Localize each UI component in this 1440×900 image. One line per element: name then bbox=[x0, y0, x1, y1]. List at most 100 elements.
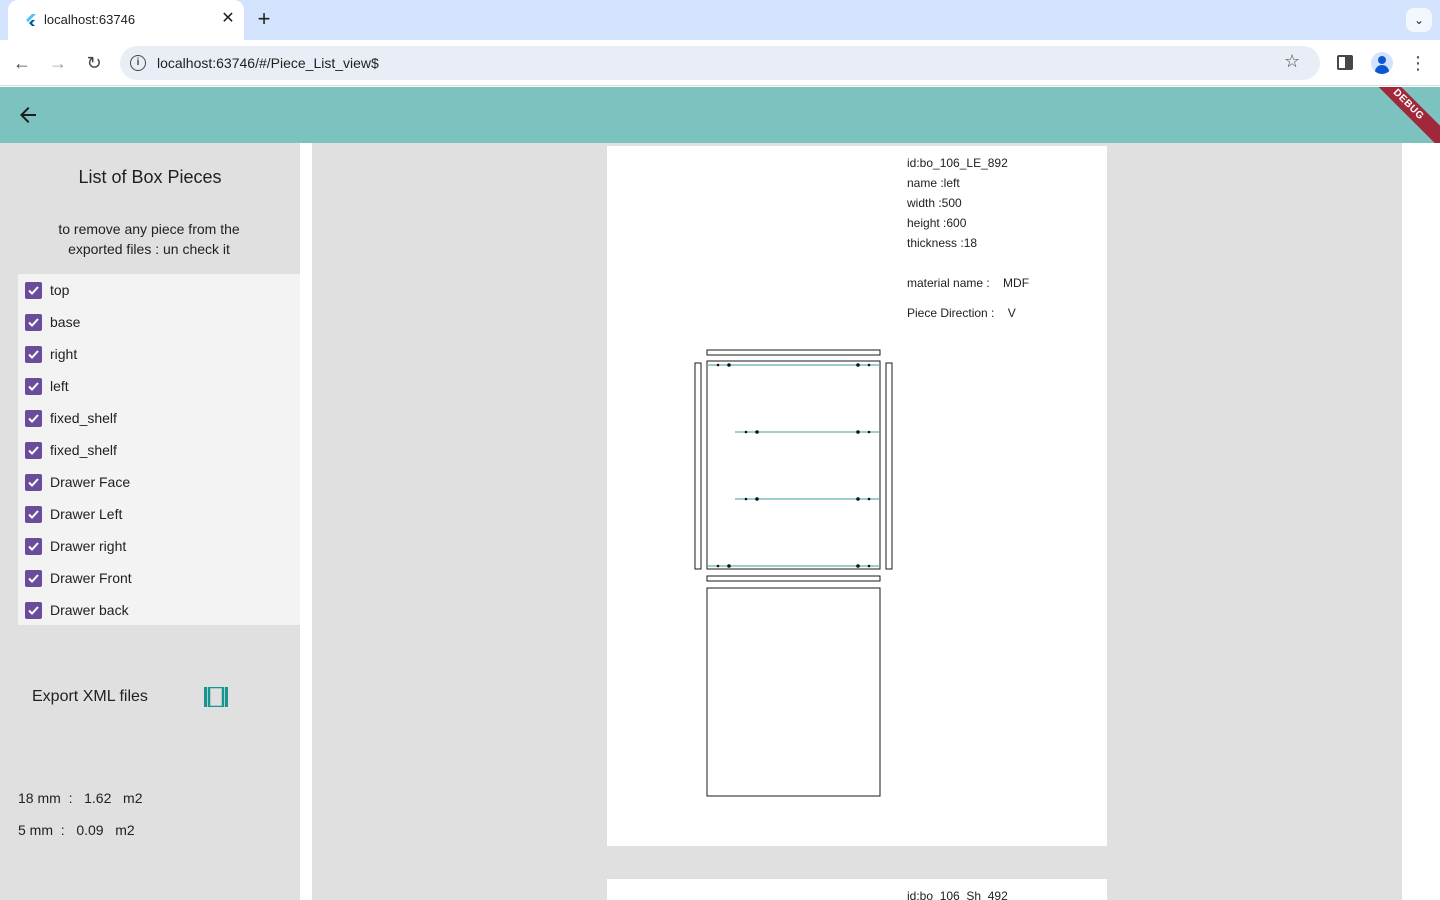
drill-hole bbox=[716, 564, 720, 568]
sidebar-title: List of Box Pieces bbox=[78, 167, 222, 187]
drill-hole bbox=[744, 497, 748, 501]
check-icon bbox=[28, 318, 39, 327]
area-5mm: 5 mm : 0.09 m2 bbox=[18, 822, 135, 838]
piece-label: fixed_shelf bbox=[50, 442, 117, 458]
tab-close-icon[interactable]: ✕ bbox=[220, 10, 236, 28]
piece-item[interactable]: base bbox=[18, 306, 300, 338]
check-icon bbox=[28, 382, 39, 391]
piece-card: id:bo_106_Sh_492 bbox=[607, 879, 1107, 900]
drill-hole bbox=[867, 497, 871, 501]
forward-arrow-icon[interactable]: → bbox=[46, 51, 70, 75]
site-info-icon[interactable]: i bbox=[130, 55, 146, 71]
piece-label: Drawer back bbox=[50, 602, 129, 618]
piece-item[interactable]: Drawer back bbox=[18, 594, 300, 626]
piece-checkbox[interactable] bbox=[25, 314, 42, 331]
piece-label: base bbox=[50, 314, 81, 330]
pieces-sidebar: List of Box Pieces to remove any piece f… bbox=[0, 143, 300, 900]
check-icon bbox=[28, 478, 39, 487]
drill-hole bbox=[727, 363, 731, 367]
check-icon bbox=[28, 286, 39, 295]
export-icon[interactable] bbox=[204, 687, 228, 707]
piece-label: Drawer Left bbox=[50, 506, 123, 522]
scroll-gutter bbox=[1402, 143, 1440, 900]
piece-checkbox[interactable] bbox=[25, 442, 42, 459]
tab-search-chevron-icon[interactable]: ⌄ bbox=[1406, 8, 1432, 32]
piece-item[interactable]: fixed_shelf bbox=[18, 434, 300, 466]
piece-checkbox[interactable] bbox=[25, 378, 42, 395]
check-icon bbox=[28, 510, 39, 519]
flutter-icon bbox=[26, 14, 36, 26]
piece-item[interactable]: Drawer Front bbox=[18, 562, 300, 594]
base-panel bbox=[706, 575, 881, 582]
pieces-view[interactable]: id:bo_106_LE_892 name :left width :500 h… bbox=[312, 143, 1402, 900]
bookmark-star-icon[interactable]: ☆ bbox=[1284, 51, 1300, 72]
drill-hole bbox=[856, 430, 860, 434]
drill-hole bbox=[856, 363, 860, 367]
piece-label: left bbox=[50, 378, 69, 394]
tab-title: localhost:63746 bbox=[44, 12, 136, 27]
export-label: Export XML files bbox=[32, 688, 148, 705]
area-18mm: 18 mm : 1.62 m2 bbox=[18, 790, 143, 806]
new-tab-icon[interactable]: + bbox=[252, 8, 276, 32]
check-icon bbox=[28, 606, 39, 615]
piece-checkbox[interactable] bbox=[25, 538, 42, 555]
drill-hole bbox=[867, 430, 871, 434]
piece-checkbox[interactable] bbox=[25, 282, 42, 299]
piece-label: Drawer right bbox=[50, 538, 127, 554]
drill-hole bbox=[867, 564, 871, 568]
reload-icon[interactable]: ↻ bbox=[82, 51, 106, 75]
debug-banner: DEBUG bbox=[1359, 87, 1440, 143]
piece-list: top base right left fixed_shelf fixed_shelf Dr… bbox=[18, 274, 300, 625]
piece-checkbox[interactable] bbox=[25, 570, 42, 587]
browser-toolbar: ← → ↻ i localhost:63746/#/Piece_List_vie… bbox=[0, 40, 1440, 86]
drill-hole bbox=[867, 363, 871, 367]
piece-checkbox[interactable] bbox=[25, 602, 42, 619]
export-xml-button[interactable]: Export XML files bbox=[18, 673, 248, 721]
divider bbox=[300, 143, 312, 900]
browser-tab[interactable]: localhost:63746 ✕ bbox=[8, 0, 244, 40]
piece-checkbox[interactable] bbox=[25, 506, 42, 523]
drill-hole bbox=[856, 497, 860, 501]
more-menu-icon[interactable]: ⋮ bbox=[1408, 51, 1428, 75]
piece-item[interactable]: left bbox=[18, 370, 300, 402]
piece-item[interactable]: Drawer Face bbox=[18, 466, 300, 498]
piece-checkbox[interactable] bbox=[25, 474, 42, 491]
profile-avatar-icon[interactable] bbox=[1371, 52, 1393, 74]
piece-id: id:bo_106_Sh_492 bbox=[907, 889, 1008, 900]
piece-label: Drawer Front bbox=[50, 570, 132, 586]
check-icon bbox=[28, 350, 39, 359]
left-panel bbox=[694, 362, 702, 570]
back-arrow-icon[interactable] bbox=[16, 103, 40, 127]
piece-label: fixed_shelf bbox=[50, 410, 117, 426]
url-text[interactable]: localhost:63746/#/Piece_List_view$ bbox=[157, 55, 379, 71]
drawer-face bbox=[706, 587, 881, 797]
piece-card: id:bo_106_LE_892 name :left width :500 h… bbox=[607, 146, 1107, 846]
piece-label: right bbox=[50, 346, 78, 362]
drill-hole bbox=[755, 497, 759, 501]
app-bar: DEBUG bbox=[0, 87, 1440, 143]
check-icon bbox=[28, 414, 39, 423]
address-bar[interactable]: i localhost:63746/#/Piece_List_view$ ☆ bbox=[120, 46, 1320, 80]
check-icon bbox=[28, 574, 39, 583]
piece-checkbox[interactable] bbox=[25, 410, 42, 427]
piece-drawing bbox=[694, 349, 893, 797]
top-panel bbox=[706, 349, 881, 356]
back-arrow-icon[interactable]: ← bbox=[10, 51, 34, 75]
piece-label: top bbox=[50, 282, 70, 298]
check-icon bbox=[28, 446, 39, 455]
piece-item[interactable]: right bbox=[18, 338, 300, 370]
drill-hole bbox=[727, 564, 731, 568]
check-icon bbox=[28, 542, 39, 551]
piece-item[interactable]: top bbox=[18, 274, 300, 306]
piece-item[interactable]: Drawer Left bbox=[18, 498, 300, 530]
drill-hole bbox=[856, 564, 860, 568]
side-panel-icon[interactable] bbox=[1337, 55, 1353, 70]
sidebar-hint: to remove any piece from the exported fi… bbox=[58, 221, 240, 257]
piece-label: Drawer Face bbox=[50, 474, 131, 490]
back-panel bbox=[706, 360, 881, 570]
piece-item[interactable]: Drawer right bbox=[18, 530, 300, 562]
right-panel bbox=[885, 362, 893, 570]
piece-item[interactable]: fixed_shelf bbox=[18, 402, 300, 434]
drill-hole bbox=[755, 430, 759, 434]
piece-checkbox[interactable] bbox=[25, 346, 42, 363]
